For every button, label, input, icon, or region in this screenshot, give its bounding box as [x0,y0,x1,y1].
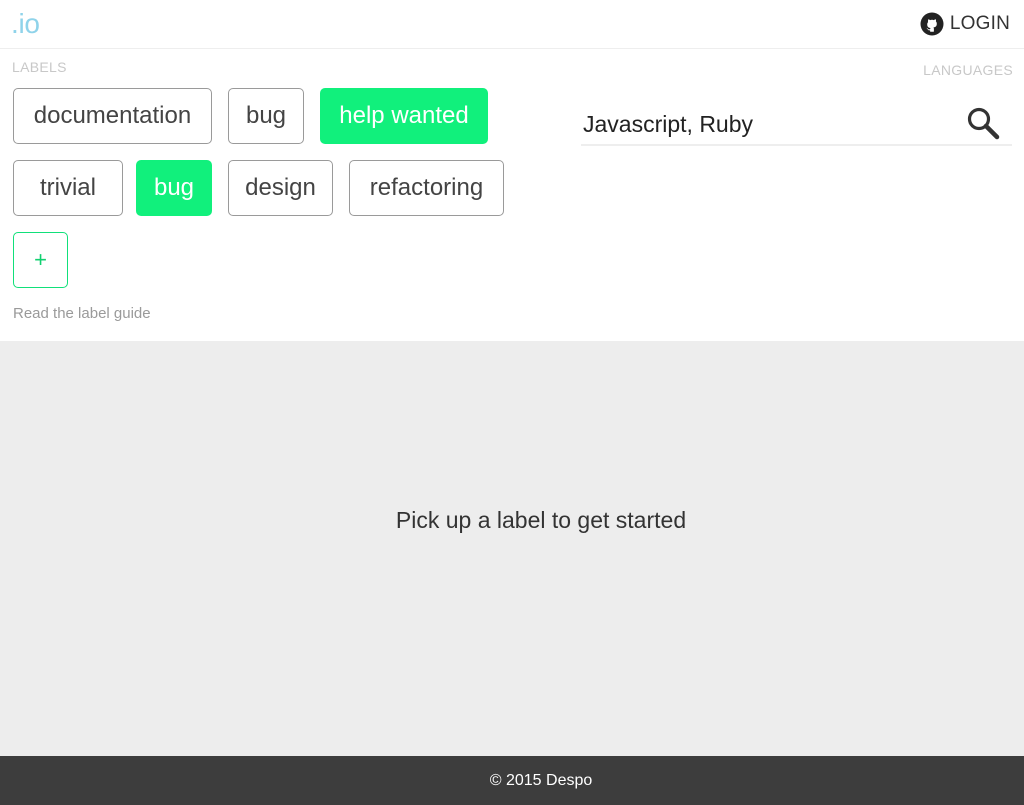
site-logo[interactable]: issuehub.io [11,8,1024,764]
labels-section-title: LABELS [12,59,67,75]
languages-input[interactable] [583,106,953,142]
footer-copyright: © 2015 Despo [489,771,593,789]
label-guide-link[interactable]: Read the label guide [13,305,151,322]
label-chip-refactoring[interactable]: refactoring [349,160,504,216]
label-chip-bug[interactable]: bug [228,88,304,144]
login-button[interactable]: LOGIN [920,12,1010,36]
login-label: LOGIN [949,13,1010,34]
languages-section-title: LANGUAGES [923,62,1013,78]
search-icon[interactable] [966,106,1000,140]
label-chip-documentation[interactable]: documentation [13,88,212,144]
top-header: issuehub.io LOGIN [0,0,1024,764]
label-chip-bug-selected[interactable]: bug [136,160,212,216]
label-chip-help-wanted[interactable]: help wanted [320,88,488,144]
github-icon [920,12,944,36]
empty-state-message: Pick up a label to get started [395,507,687,533]
logo-tld: .io [11,8,40,39]
add-label-button[interactable]: + [13,232,68,288]
languages-search-box [581,104,1012,146]
label-chip-design[interactable]: design [228,160,333,216]
label-chip-trivial[interactable]: trivial [13,160,123,216]
page-footer: © 2015 Despo [0,756,1024,805]
results-area: Pick up a label to get started [0,341,1024,756]
